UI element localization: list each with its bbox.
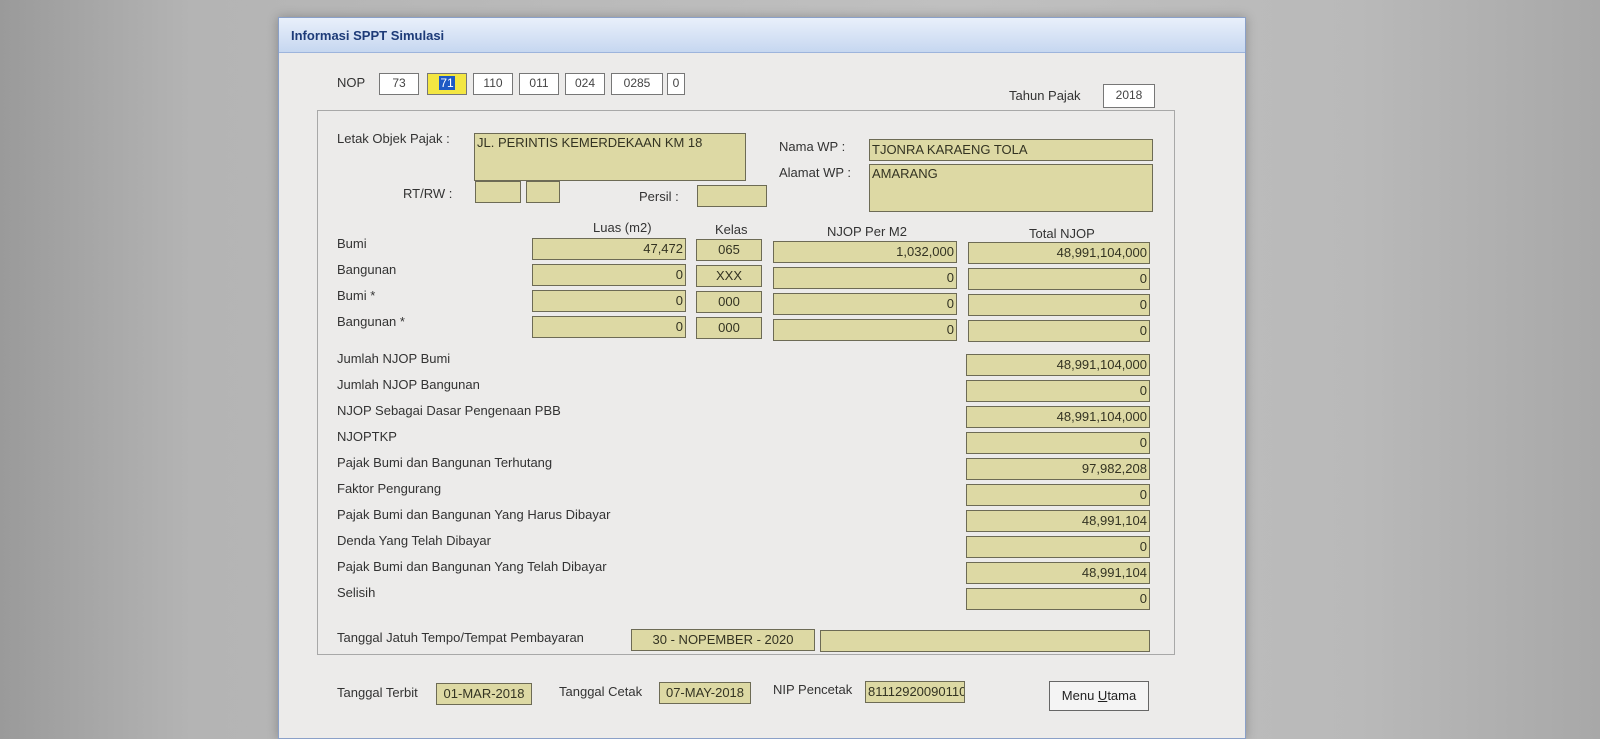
bumi-bersama-total-field[interactable]: 0 [968,294,1150,316]
letak-objek-field[interactable]: JL. PERINTIS KEMERDEKAAN KM 18 [474,133,746,181]
header-njop-m2: NJOP Per M2 [827,224,907,239]
nip-pencetak-label: NIP Pencetak [773,682,853,697]
rw-field[interactable] [526,181,560,203]
header-kelas: Kelas [715,222,748,237]
summary-label-njop-dasar-pbb: NJOP Sebagai Dasar Pengenaan PBB [337,403,561,418]
summary-value-pbb-harus-dibayar[interactable]: 48,991,104 [966,510,1150,532]
letak-objek-label: Letak Objek Pajak : [337,131,450,146]
nama-wp-label: Nama WP : [779,139,846,154]
summary-value-pbb-telah-dibayar[interactable]: 48,991,104 [966,562,1150,584]
nop-kabupaten-value: 71 [439,76,455,90]
bumi-bersama-luas-field[interactable]: 0 [532,290,686,312]
menu-utama-button[interactable]: Menu Utama [1049,681,1149,711]
summary-label-pbb-harus-dibayar: Pajak Bumi dan Bangunan Yang Harus Dibay… [337,507,611,522]
rtrw-label: RT/RW : [403,186,453,201]
nop-blok-field[interactable]: 024 [565,73,605,95]
bangunan-bersama-luas-field[interactable]: 0 [532,316,686,338]
row-label-bangunan-bersama: Bangunan * [337,314,405,329]
bumi-kelas-field[interactable]: 065 [696,239,762,261]
tanggal-terbit-label: Tanggal Terbit [337,685,418,700]
persil-label: Persil : [639,189,679,204]
nop-kabupaten-field[interactable]: 71 [427,73,467,95]
persil-field[interactable] [697,185,767,207]
nop-kelurahan-field[interactable]: 011 [519,73,559,95]
row-label-bangunan: Bangunan [337,262,397,277]
nop-label: NOP [337,75,366,90]
nop-urut-field[interactable]: 0285 [611,73,663,95]
alamat-wp-field[interactable]: AMARANG [869,164,1153,212]
nama-wp-field[interactable]: TJONRA KARAENG TOLA [869,139,1153,161]
nop-jenis-field[interactable]: 0 [667,73,685,95]
nop-provinsi-field[interactable]: 73 [379,73,419,95]
tanggal-cetak-field[interactable]: 07-MAY-2018 [659,682,751,704]
jatuh-tempo-label: Tanggal Jatuh Tempo/Tempat Pembayaran [337,630,584,645]
summary-value-jumlah-njop-bumi[interactable]: 48,991,104,000 [966,354,1150,376]
summary-value-njoptkp[interactable]: 0 [966,432,1150,454]
summary-label-faktor-pengurang: Faktor Pengurang [337,481,442,496]
bangunan-bersama-njop-m2-field[interactable]: 0 [773,319,957,341]
summary-value-selisih[interactable]: 0 [966,588,1150,610]
tahun-pajak-field[interactable]: 2018 [1103,84,1155,108]
bangunan-njop-m2-field[interactable]: 0 [773,267,957,289]
summary-value-pbb-terhutang[interactable]: 97,982,208 [966,458,1150,480]
nip-pencetak-field[interactable]: 81112920090110 [865,681,965,703]
header-luas: Luas (m2) [593,220,652,235]
summary-label-jumlah-njop-bangunan: Jumlah NJOP Bangunan [337,377,480,392]
summary-label-pbb-telah-dibayar: Pajak Bumi dan Bangunan Yang Telah Dibay… [337,559,607,574]
summary-label-denda-dibayar: Denda Yang Telah Dibayar [337,533,491,548]
summary-value-njop-dasar-pbb[interactable]: 48,991,104,000 [966,406,1150,428]
bangunan-luas-field[interactable]: 0 [532,264,686,286]
summary-label-pbb-terhutang: Pajak Bumi dan Bangunan Terhutang [337,455,553,470]
header-total-njop: Total NJOP [1029,226,1095,241]
title-bar[interactable]: Informasi SPPT Simulasi [279,18,1245,53]
summary-value-jumlah-njop-bangunan[interactable]: 0 [966,380,1150,402]
bangunan-kelas-field[interactable]: XXX [696,265,762,287]
summary-label-selisih: Selisih [337,585,376,600]
bangunan-bersama-total-field[interactable]: 0 [968,320,1150,342]
row-label-bumi-bersama: Bumi * [337,288,376,303]
alamat-wp-label: Alamat WP : [779,165,852,180]
bumi-bersama-kelas-field[interactable]: 000 [696,291,762,313]
summary-value-denda-dibayar[interactable]: 0 [966,536,1150,558]
summary-label-jumlah-njop-bumi: Jumlah NJOP Bumi [337,351,451,366]
row-label-bumi: Bumi [337,236,367,251]
tahun-pajak-label: Tahun Pajak [1009,88,1081,103]
bumi-luas-field[interactable]: 47,472 [532,238,686,260]
tempat-pembayaran-field[interactable] [820,630,1150,652]
bumi-total-field[interactable]: 48,991,104,000 [968,242,1150,264]
rt-field[interactable] [475,181,521,203]
tanggal-cetak-label: Tanggal Cetak [559,684,643,699]
bumi-bersama-njop-m2-field[interactable]: 0 [773,293,957,315]
jatuh-tempo-date-field[interactable]: 30 - NOPEMBER - 2020 [631,629,815,651]
nop-kecamatan-field[interactable]: 110 [473,73,513,95]
summary-value-faktor-pengurang[interactable]: 0 [966,484,1150,506]
bangunan-bersama-kelas-field[interactable]: 000 [696,317,762,339]
summary-label-njoptkp: NJOPTKP [337,429,397,444]
tanggal-terbit-field[interactable]: 01-MAR-2018 [436,683,532,705]
bangunan-total-field[interactable]: 0 [968,268,1150,290]
bumi-njop-m2-field[interactable]: 1,032,000 [773,241,957,263]
window-title: Informasi SPPT Simulasi [291,28,445,43]
sppt-window: Informasi SPPT Simulasi NOP 73 71 110 01… [278,17,1246,739]
